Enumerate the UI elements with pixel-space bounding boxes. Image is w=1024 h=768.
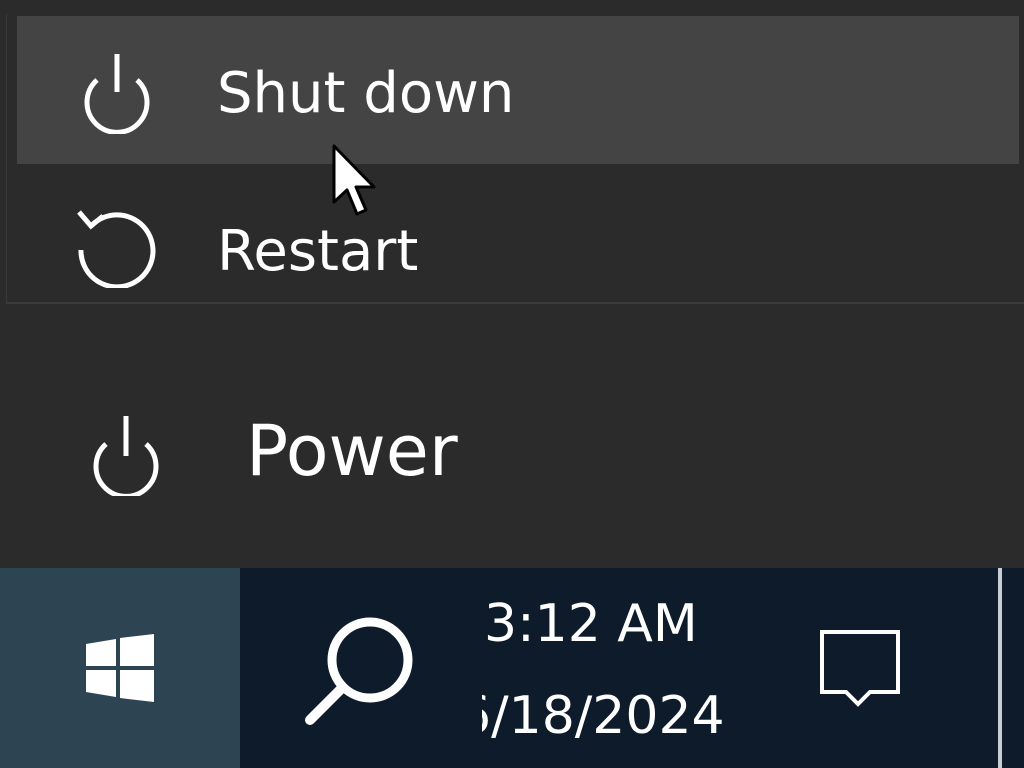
power-button[interactable]: Power	[0, 308, 1024, 568]
power-label: Power	[246, 410, 458, 492]
start-button[interactable]	[0, 568, 240, 768]
power-options-flyout: Shut down Restart	[6, 14, 1024, 304]
shut-down-menu-item[interactable]: Shut down	[17, 16, 1019, 164]
clock-time: 3:12 AM	[484, 594, 698, 654]
show-desktop-button[interactable]	[1002, 568, 1024, 768]
windows-logo-icon	[86, 634, 154, 702]
search-icon	[305, 617, 413, 725]
clock-date: 6/18/2024	[458, 686, 725, 746]
restart-label: Restart	[217, 219, 419, 284]
start-menu-top-edge	[0, 0, 1024, 14]
restart-icon	[77, 210, 156, 288]
clock-clip	[440, 678, 482, 758]
action-center-button[interactable]	[800, 568, 920, 768]
taskbar: 3:12 AM 6/18/2024	[0, 568, 1024, 768]
power-icon	[93, 416, 159, 496]
action-center-icon	[820, 630, 900, 707]
screen: Shut down Restart Power 3:12 AM 6/18/202…	[0, 0, 1024, 768]
shut-down-label: Shut down	[217, 61, 515, 126]
restart-menu-item[interactable]: Restart	[17, 180, 1019, 302]
power-icon	[84, 54, 150, 134]
clock[interactable]: 3:12 AM 6/18/2024	[440, 568, 780, 768]
search-button[interactable]	[240, 568, 440, 768]
